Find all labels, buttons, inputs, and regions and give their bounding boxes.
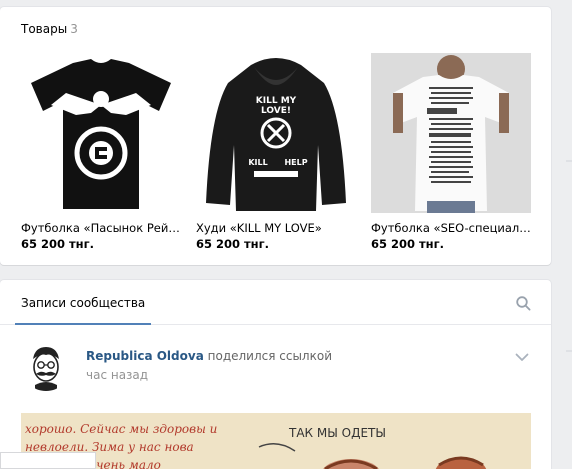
hoodie-print-line2: LOVE! <box>261 106 291 116</box>
photo-caption: ТАК МЫ ОДЕТЫ <box>288 426 386 440</box>
sidebar-edge-divider <box>566 350 572 352</box>
hoodie-print-line1: KILL MY <box>256 96 297 106</box>
post-action: поделился ссылкой <box>207 349 332 363</box>
avatar-portrait-icon <box>21 341 71 391</box>
goods-block: Товары 3 Футболка «Пасынок Рейх… 65 200 т… <box>0 7 551 265</box>
product-price: 65 200 тнг. <box>196 237 270 251</box>
wall-tabs: Записи сообщества <box>0 280 551 325</box>
hoodie-print-line3: KILL <box>248 158 267 167</box>
post-time[interactable]: час назад <box>86 368 148 382</box>
product-item[interactable]: KILL MY LOVE! KILL HELP Худи «KILL MY LO… <box>196 53 356 251</box>
search-icon[interactable] <box>516 296 531 311</box>
product-image-tshirt-seo[interactable] <box>371 53 531 213</box>
product-item[interactable]: Футболка «SEO-специали… 65 200 тнг. <box>371 53 531 251</box>
post-attachment-image[interactable]: хорошо. Сейчас мы здоровы и невлоели. Зи… <box>21 413 531 469</box>
goods-header[interactable]: Товары 3 <box>21 22 78 36</box>
wall-block: Записи сообщества Republica Oldova подел… <box>0 280 551 469</box>
author-avatar[interactable] <box>21 341 71 391</box>
product-title[interactable]: Футболка «Пасынок Рейх… <box>21 221 181 235</box>
post-author-line: Republica Oldova поделился ссылкой <box>86 349 332 363</box>
product-title[interactable]: Футболка «SEO-специали… <box>371 221 531 235</box>
product-price: 65 200 тнг. <box>371 237 445 251</box>
post-photo-drawing: хорошо. Сейчас мы здоровы и невлоели. Зи… <box>21 413 531 469</box>
photo-handwriting-line1: хорошо. Сейчас мы здоровы и <box>25 422 217 436</box>
sidebar-edge-divider <box>566 160 572 162</box>
product-title[interactable]: Худи «KILL MY LOVE» <box>196 221 356 235</box>
product-image-tshirt-eagle[interactable] <box>21 53 181 213</box>
product-price: 65 200 тнг. <box>21 237 95 251</box>
product-image-hoodie[interactable]: KILL MY LOVE! KILL HELP <box>196 53 356 213</box>
hoodie-print-line4: HELP <box>284 158 307 167</box>
bottom-bar-fragment <box>0 452 96 469</box>
tab-community-posts[interactable]: Записи сообщества <box>15 280 152 325</box>
post-author-name[interactable]: Republica Oldova <box>86 349 204 363</box>
product-item[interactable]: Футболка «Пасынок Рейх… 65 200 тнг. <box>21 53 181 251</box>
goods-count: 3 <box>70 22 78 36</box>
chevron-down-icon[interactable] <box>515 353 529 362</box>
goods-title[interactable]: Товары <box>21 22 67 36</box>
